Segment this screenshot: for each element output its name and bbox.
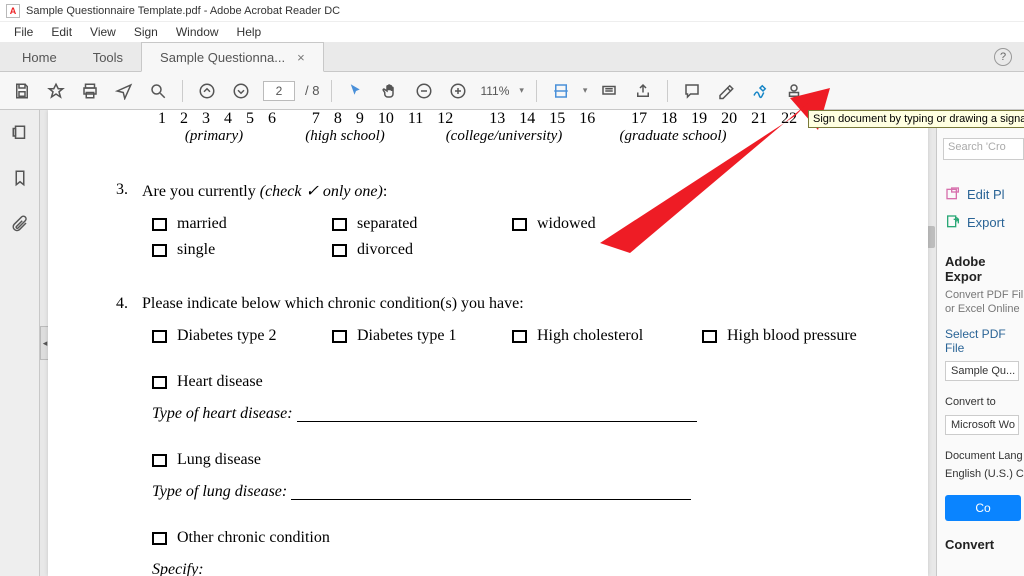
menu-edit[interactable]: Edit — [43, 23, 80, 41]
doc-lang-value[interactable]: English (U.S.) C — [945, 467, 1024, 481]
send-icon[interactable] — [112, 79, 136, 103]
zoom-level-label[interactable]: 111% — [480, 84, 509, 98]
hand-tool-icon[interactable] — [378, 79, 402, 103]
export-pdf-tool[interactable]: Export — [945, 208, 1024, 236]
attachment-icon[interactable] — [11, 214, 29, 235]
comment-icon[interactable] — [680, 79, 704, 103]
convert-to-field[interactable]: Microsoft Wo — [945, 415, 1019, 435]
scrollbar-thumb[interactable] — [927, 226, 935, 248]
question-4: 4. Please indicate below which chronic c… — [98, 295, 858, 313]
zoom-dropdown-icon[interactable]: ▾ — [519, 85, 524, 96]
tab-close-icon[interactable]: × — [297, 50, 305, 65]
fit-width-icon[interactable] — [549, 79, 573, 103]
stamp-icon[interactable] — [782, 79, 806, 103]
workspace: ◂ 1 2 3 4 5 6 7 8 9 10 11 12 13 14 — [0, 110, 1024, 576]
save-icon[interactable] — [10, 79, 34, 103]
highlight-icon[interactable] — [714, 79, 738, 103]
checkbox[interactable] — [152, 454, 167, 467]
menu-sign[interactable]: Sign — [126, 23, 166, 41]
tab-document[interactable]: Sample Questionna... × — [141, 42, 324, 72]
help-button[interactable]: ? — [994, 48, 1012, 66]
menu-view[interactable]: View — [82, 23, 124, 41]
tab-document-label: Sample Questionna... — [160, 50, 285, 65]
adobe-export-sub: Convert PDF Fil or Excel Online — [945, 288, 1024, 317]
select-file-link[interactable]: Select PDF File — [945, 327, 1024, 355]
checkbox[interactable] — [332, 244, 347, 257]
checkbox[interactable] — [702, 330, 717, 343]
fill-line[interactable] — [204, 562, 664, 576]
checkbox[interactable] — [152, 330, 167, 343]
edit-pdf-tool[interactable]: Edit Pl — [945, 180, 1024, 208]
checkbox[interactable] — [512, 218, 527, 231]
select-tool-icon[interactable] — [344, 79, 368, 103]
page-number-input[interactable]: 2 — [263, 81, 295, 101]
q4-options: Diabetes type 2 Diabetes type 1 High cho… — [152, 327, 858, 576]
thumbnails-icon[interactable] — [11, 124, 29, 145]
fill-line[interactable] — [291, 484, 691, 500]
selected-file-field[interactable]: Sample Qu... — [945, 361, 1019, 381]
convert-footer: Convert — [945, 537, 1024, 552]
nav-strip — [0, 110, 40, 576]
convert-to-label: Convert to — [945, 395, 1024, 409]
star-icon[interactable] — [44, 79, 68, 103]
checkbox[interactable] — [332, 218, 347, 231]
question-3: 3. Are you currently (check ✓ only one): — [98, 181, 858, 201]
checkbox[interactable] — [512, 330, 527, 343]
doc-lang-label: Document Lang — [945, 449, 1024, 463]
tab-bar: Home Tools Sample Questionna... × ? — [0, 42, 1024, 72]
search-tools-input[interactable]: Search 'Cro — [943, 138, 1024, 160]
years-numbers-row: 1 2 3 4 5 6 7 8 9 10 11 12 13 14 15 16 — [158, 110, 858, 128]
tools-pane: Search 'Cro Edit Pl Export Adobe Expor C… — [936, 110, 1024, 576]
zoom-out-icon[interactable] — [412, 79, 436, 103]
checkbox[interactable] — [152, 376, 167, 389]
toolbar: 2 / 8 111% ▾ ▾ — [0, 72, 1024, 110]
title-bar: A Sample Questionnaire Template.pdf - Ad… — [0, 0, 1024, 22]
page-down-icon[interactable] — [229, 79, 253, 103]
app-icon: A — [6, 4, 20, 18]
read-mode-icon[interactable] — [597, 79, 621, 103]
menu-window[interactable]: Window — [168, 23, 227, 41]
menu-bar: File Edit View Sign Window Help — [0, 22, 1024, 42]
print-icon[interactable] — [78, 79, 102, 103]
page-up-icon[interactable] — [195, 79, 219, 103]
fill-sign-icon[interactable] — [748, 79, 772, 103]
sign-tooltip: Sign document by typing or drawing a sig… — [808, 110, 1024, 128]
tab-home[interactable]: Home — [4, 43, 75, 71]
search-icon[interactable] — [146, 79, 170, 103]
checkbox[interactable] — [152, 218, 167, 231]
checkbox[interactable] — [332, 330, 347, 343]
years-labels-row: (primary) (high school) (college/univers… — [158, 128, 858, 145]
window-title: Sample Questionnaire Template.pdf - Adob… — [26, 5, 340, 17]
share-icon[interactable] — [631, 79, 655, 103]
menu-help[interactable]: Help — [229, 23, 270, 41]
pdf-page: 1 2 3 4 5 6 7 8 9 10 11 12 13 14 15 16 — [48, 110, 928, 576]
menu-file[interactable]: File — [6, 23, 41, 41]
q3-options: married separated widowed single divorce… — [152, 215, 858, 259]
checkbox[interactable] — [152, 244, 167, 257]
adobe-export-title: Adobe Expor — [945, 254, 1024, 284]
page-area[interactable]: ◂ 1 2 3 4 5 6 7 8 9 10 11 12 13 14 — [40, 110, 936, 576]
fit-dropdown-icon[interactable]: ▾ — [583, 85, 588, 96]
bookmark-icon[interactable] — [11, 169, 29, 190]
fill-line[interactable] — [297, 406, 697, 422]
zoom-in-icon[interactable] — [446, 79, 470, 103]
checkbox[interactable] — [152, 532, 167, 545]
convert-button[interactable]: Co — [945, 495, 1021, 521]
tab-tools[interactable]: Tools — [75, 43, 141, 71]
page-total-label: / 8 — [305, 83, 319, 98]
